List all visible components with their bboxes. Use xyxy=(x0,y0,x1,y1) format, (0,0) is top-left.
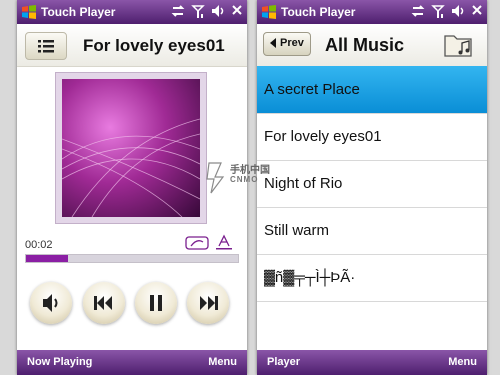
track-item-selected[interactable]: A secret Place xyxy=(257,66,487,114)
watermark-text-cn: 手机中国 xyxy=(230,165,270,176)
shuffle-icon[interactable] xyxy=(185,236,209,250)
now-playing-header: For lovely eyes01 xyxy=(17,24,247,67)
volume-button[interactable] xyxy=(30,282,72,324)
progress-fill xyxy=(26,255,69,262)
app-title: Touch Player xyxy=(41,5,116,19)
prev-button[interactable]: Prev xyxy=(263,32,311,56)
connectivity-icon[interactable] xyxy=(171,3,185,19)
repeat-icon[interactable] xyxy=(215,234,233,250)
prev-label: Prev xyxy=(280,37,304,49)
pause-button[interactable] xyxy=(135,282,177,324)
volume-icon[interactable] xyxy=(211,3,225,19)
all-music-header: Prev All Music xyxy=(257,24,487,67)
elapsed-time: 00:02 xyxy=(25,239,53,251)
volume-icon[interactable] xyxy=(451,3,465,19)
progress-bar[interactable] xyxy=(25,254,239,263)
title-bar: Touch Player xyxy=(17,0,247,24)
signal-icon[interactable] xyxy=(191,3,205,19)
track-title: For lovely eyes01 xyxy=(264,128,382,145)
track-item[interactable]: For lovely eyes01 xyxy=(257,113,487,161)
app-title: Touch Player xyxy=(281,5,356,19)
status-icons xyxy=(171,3,243,19)
windows-start-icon[interactable] xyxy=(21,4,37,20)
close-icon[interactable] xyxy=(231,3,243,19)
playlist-button[interactable] xyxy=(25,32,67,60)
skip-back-icon xyxy=(94,296,112,310)
list-icon xyxy=(38,40,54,53)
previous-track-button[interactable] xyxy=(83,282,125,324)
speaker-icon xyxy=(43,294,58,312)
now-playing-title: For lovely eyes01 xyxy=(83,36,225,55)
track-item[interactable]: Still warm xyxy=(257,207,487,255)
track-item[interactable]: Night of Rio xyxy=(257,160,487,208)
now-playing-softkey[interactable]: Now Playing xyxy=(27,356,92,368)
track-title: A secret Place xyxy=(264,81,360,98)
list-title: All Music xyxy=(325,35,405,55)
arrow-left-icon xyxy=(270,38,276,48)
track-title: Still warm xyxy=(264,222,330,239)
skip-forward-icon xyxy=(200,296,218,310)
title-bar: Touch Player xyxy=(257,0,487,24)
signal-icon[interactable] xyxy=(431,3,445,19)
track-item[interactable]: ▓ñ▓╤┬Ì┼ÞÃ· xyxy=(257,254,487,302)
player-softkey[interactable]: Player xyxy=(267,356,300,368)
track-title: Night of Rio xyxy=(264,175,343,192)
watermark-text-en: CNMO xyxy=(230,175,259,184)
menu-softkey[interactable]: Menu xyxy=(208,356,237,368)
next-track-button[interactable] xyxy=(187,282,229,324)
album-art-frame xyxy=(55,72,207,224)
all-music-screen: Touch Player Prev All Music A secret Pla… xyxy=(257,0,487,375)
status-icons xyxy=(411,3,483,19)
windows-start-icon[interactable] xyxy=(261,4,277,20)
album-art xyxy=(62,79,200,217)
pause-icon xyxy=(150,295,162,311)
soft-key-bar: Player Menu xyxy=(257,350,487,375)
close-icon[interactable] xyxy=(471,3,483,19)
soft-key-bar: Now Playing Menu xyxy=(17,350,247,375)
connectivity-icon[interactable] xyxy=(411,3,425,19)
track-title: ▓ñ▓╤┬Ì┼ÞÃ· xyxy=(264,269,356,286)
music-folder-icon[interactable] xyxy=(443,30,475,60)
menu-softkey[interactable]: Menu xyxy=(448,356,477,368)
